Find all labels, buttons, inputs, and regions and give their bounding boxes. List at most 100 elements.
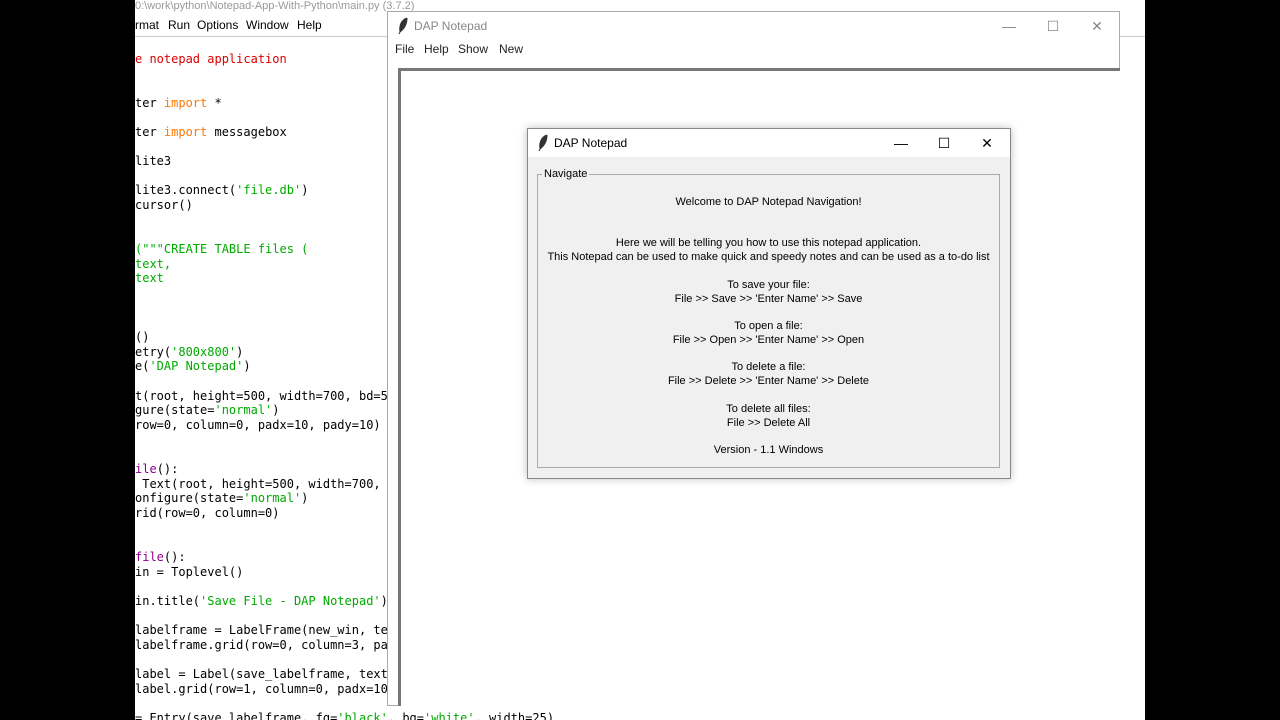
close-icon[interactable]: ✕	[1075, 12, 1119, 40]
code-line: ile():	[135, 462, 178, 477]
maximize-icon[interactable]: ☐	[922, 129, 966, 157]
code-token: label.grid(row=1, column=0, padx=10	[135, 682, 388, 696]
maximize-icon[interactable]: ☐	[1031, 12, 1075, 40]
menu-file[interactable]: File	[395, 40, 414, 58]
delete-all-heading: To delete all files:	[726, 403, 811, 415]
code-token: row=0, column=0, padx=10, pady=10)	[135, 418, 381, 432]
minimize-icon[interactable]: —	[987, 12, 1031, 40]
main-window-title: DAP Notepad	[414, 19, 488, 33]
editor-menu-help[interactable]: Help	[297, 14, 322, 36]
code-token: 'file.db'	[236, 183, 302, 197]
code-token: '800x800'	[171, 345, 237, 359]
editor-menu-window[interactable]: Window	[246, 14, 289, 36]
code-token: e notepad application	[135, 52, 287, 66]
code-line: ("""CREATE TABLE files (	[135, 242, 308, 257]
code-token: cursor()	[135, 198, 193, 212]
code-line: lite3	[135, 154, 171, 169]
code-line: label.grid(row=1, column=0, padx=10	[135, 682, 388, 697]
open-heading: To open a file:	[734, 320, 803, 332]
code-token: 'Save File - DAP Notepad'	[200, 594, 381, 608]
code-token: e(	[135, 359, 150, 373]
code-token: ter	[135, 96, 164, 110]
code-token: 'normal'	[214, 403, 273, 417]
code-line: labelframe.grid(row=0, column=3, pa	[135, 638, 388, 653]
minimize-icon[interactable]: —	[879, 129, 923, 157]
code-token: )	[272, 403, 280, 417]
code-token: gure(state=	[135, 403, 215, 417]
code-line: Text(root, height=500, width=700,	[135, 477, 381, 492]
code-line: rid(row=0, column=0)	[135, 506, 280, 521]
code-token: )	[301, 183, 309, 197]
code-token: , bg=	[387, 711, 424, 720]
editor-title: 0:\work\python\Notepad-App-With-Python\m…	[135, 0, 415, 12]
code-token: 'normal'	[243, 491, 302, 505]
nav-titlebar[interactable]: DAP Notepad — ☐ ✕	[528, 129, 1010, 157]
navigate-frame-label: Navigate	[542, 167, 590, 181]
code-line: ter import messagebox	[135, 125, 287, 140]
code-token: in = Toplevel()	[135, 565, 244, 579]
code-line: t(root, height=500, width=700, bd=5	[135, 389, 388, 404]
nav-window-title: DAP Notepad	[554, 136, 628, 150]
code-token: label = Label(save_labelframe, text	[135, 667, 388, 681]
code-line: row=0, column=0, padx=10, pady=10)	[135, 418, 381, 433]
delete-steps: File >> Delete >> 'Enter Name' >> Delete	[667, 375, 870, 387]
code-line: file():	[135, 550, 186, 565]
main-menubar: File Help Show New	[388, 40, 1119, 60]
code-line: lite3.connect('file.db')	[135, 183, 308, 198]
navigate-labelframe: Navigate Welcome to DAP Notepad Navigati…	[537, 167, 1000, 468]
feather-icon	[398, 17, 408, 35]
code-token: 'white'	[424, 711, 475, 720]
menu-show[interactable]: Show	[458, 40, 488, 58]
code-line: ter import *	[135, 96, 222, 111]
code-token: ():	[163, 550, 186, 564]
code-token: ()	[135, 330, 150, 344]
code-line: labelframe = LabelFrame(new_win, te	[135, 623, 388, 638]
code-token: file	[135, 550, 164, 564]
code-token: t(root, height=500, width=700, bd=5	[135, 389, 388, 403]
open-steps: File >> Open >> 'Enter Name' >> Open	[672, 334, 865, 346]
code-token: ("""CREATE TABLE files (	[135, 242, 309, 256]
code-token: import	[163, 96, 208, 110]
code-token: Text(root, height=500, width=700,	[135, 477, 381, 491]
code-line: etry('800x800')	[135, 345, 243, 360]
editor-menu-run[interactable]: Run	[168, 14, 190, 36]
editor-menu-options[interactable]: Options	[197, 14, 238, 36]
code-token: *	[207, 96, 222, 110]
code-token: onfigure(state=	[135, 491, 244, 505]
code-line: e('DAP Notepad')	[135, 359, 251, 374]
code-token: lite3.connect(	[135, 183, 237, 197]
code-line: e notepad application	[135, 52, 287, 67]
code-line: text	[135, 271, 164, 286]
code-token: ():	[156, 462, 179, 476]
code-line: = Entry(save_labelframe, fg='black', bg=…	[135, 711, 554, 720]
editor-menu-format[interactable]: rmat	[135, 14, 159, 36]
code-token: text,	[135, 257, 172, 271]
code-token: )	[243, 359, 251, 373]
save-steps: File >> Save >> 'Enter Name' >> Save	[674, 293, 863, 305]
code-token: messagebox	[207, 125, 287, 139]
code-token: ter	[135, 125, 164, 139]
code-token: rid(row=0, column=0)	[135, 506, 280, 520]
code-token: labelframe.grid(row=0, column=3, pa	[135, 638, 388, 652]
code-line: cursor()	[135, 198, 193, 213]
delete-heading: To delete a file:	[731, 361, 806, 373]
menu-new[interactable]: New	[499, 40, 523, 58]
code-token: 'DAP Notepad'	[149, 359, 244, 373]
menu-help[interactable]: Help	[424, 40, 449, 58]
code-line: onfigure(state='normal')	[135, 491, 308, 506]
navigate-dialog: DAP Notepad — ☐ ✕ Navigate Welcome to DA…	[527, 128, 1011, 479]
delete-all-steps: File >> Delete All	[726, 417, 811, 429]
main-titlebar[interactable]: DAP Notepad — ☐ ✕	[388, 12, 1119, 40]
intro-text: Here we will be telling you how to use t…	[615, 237, 922, 249]
close-icon[interactable]: ✕	[965, 129, 1009, 157]
code-line: gure(state='normal')	[135, 403, 280, 418]
code-token: text	[135, 271, 164, 285]
code-line: ()	[135, 330, 149, 345]
code-token: etry(	[135, 345, 172, 359]
code-line: text,	[135, 257, 171, 272]
version-text: Version - 1.1 Windows	[713, 444, 824, 456]
code-token: )	[301, 491, 309, 505]
code-line: in = Toplevel()	[135, 565, 243, 580]
code-line: label = Label(save_labelframe, text	[135, 667, 388, 682]
code-token: = Entry(save_labelframe, fg=	[135, 711, 338, 720]
